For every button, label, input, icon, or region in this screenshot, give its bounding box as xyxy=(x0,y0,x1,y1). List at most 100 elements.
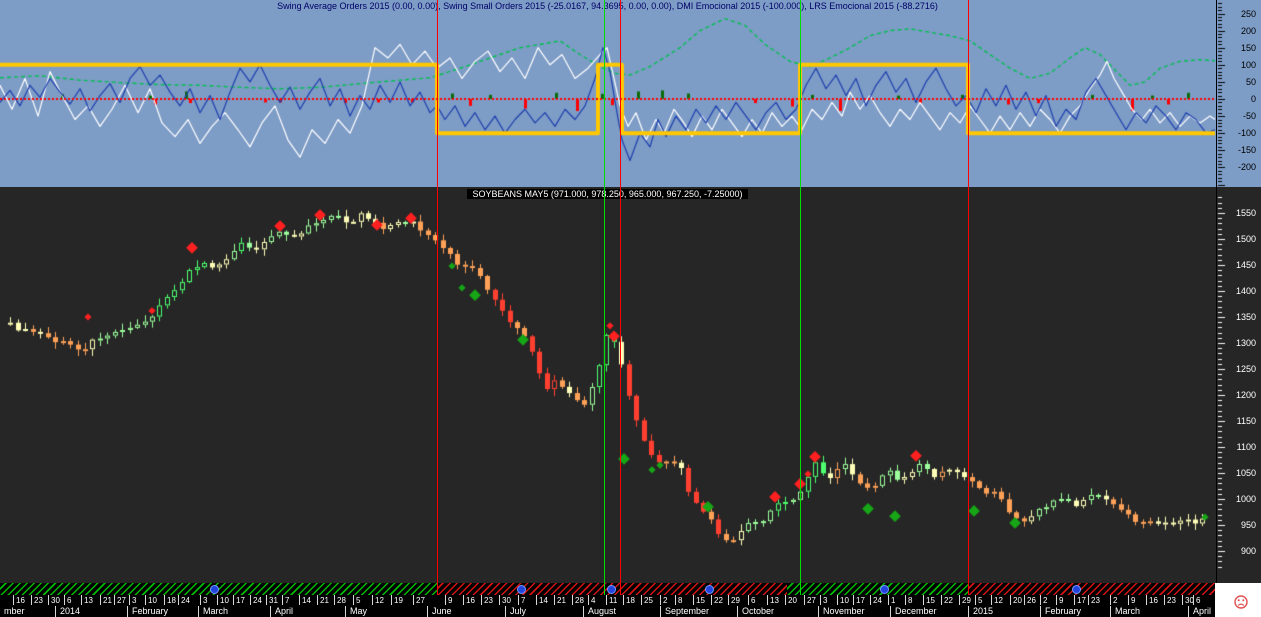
week-tick-mark xyxy=(1193,595,1194,605)
indicator-axis-tick-label: 250 xyxy=(1240,8,1256,19)
week-tick-mark xyxy=(1182,595,1183,605)
week-tick-label: 21 xyxy=(320,596,329,605)
price-plot[interactable] xyxy=(0,187,1261,583)
month-label: February xyxy=(132,606,169,616)
week-tick-mark xyxy=(748,595,749,605)
week-tick-mark xyxy=(923,595,924,605)
month-label: October xyxy=(742,606,775,616)
week-tick-mark xyxy=(837,595,838,605)
week-tick-mark xyxy=(991,595,992,605)
week-tick-label: 3 xyxy=(823,596,828,605)
month-boundary-tick xyxy=(198,606,199,617)
week-tick-mark xyxy=(905,595,906,605)
week-tick-mark xyxy=(975,595,976,605)
week-tick-label: 6 xyxy=(1196,596,1201,605)
month-label: 2015 xyxy=(973,606,994,616)
month-label: December xyxy=(895,606,937,616)
week-tick-label: 18 xyxy=(626,596,635,605)
price-axis-tick-label: 1500 xyxy=(1235,234,1256,244)
price-axis-tick-label: 1000 xyxy=(1235,494,1256,504)
week-tick-mark xyxy=(675,595,676,605)
week-tick-label: 29 xyxy=(731,596,740,605)
week-tick-label: 25 xyxy=(644,596,653,605)
month-label: August xyxy=(588,606,617,616)
indicator-axis-tick-label: -150 xyxy=(1237,145,1256,156)
week-tick-mark xyxy=(870,595,871,605)
week-tick-mark xyxy=(641,595,642,605)
month-label: mber xyxy=(4,606,25,616)
month-label: April xyxy=(1193,606,1212,616)
week-tick-mark xyxy=(413,595,414,605)
week-tick-label: 10 xyxy=(840,596,849,605)
week-tick-mark xyxy=(554,595,555,605)
price-axis-tick-label: 950 xyxy=(1240,520,1256,530)
price-axis-tick-label: 1450 xyxy=(1235,260,1256,270)
week-tick-mark xyxy=(129,595,130,605)
week-tick-label: 23 xyxy=(1167,596,1176,605)
week-tick-label: 6 xyxy=(751,596,756,605)
week-tick-label: 27 xyxy=(807,596,816,605)
week-tick-label: 10 xyxy=(220,596,229,605)
date-tick-row[interactable]: 16 23 30 6 13 21 27 3 10 18 24 3 10 17 24 31 7 14 21 28 5 12 1… xyxy=(0,595,1215,606)
week-tick-label: 13 xyxy=(770,596,779,605)
week-tick-label: 8 xyxy=(908,596,913,605)
week-tick-label: 13 xyxy=(84,596,93,605)
week-tick-label: 21 xyxy=(103,596,112,605)
position-state-strip xyxy=(0,583,1215,595)
indicator-axis-tick-label: -50 xyxy=(1242,111,1256,122)
week-tick-mark xyxy=(81,595,82,605)
timeline-event-dot xyxy=(210,585,219,594)
week-tick-mark xyxy=(64,595,65,605)
sell-signal-line xyxy=(620,0,621,595)
month-label-row[interactable]: mber 2014 February March April May June July Aug… xyxy=(0,606,1215,617)
month-boundary-tick xyxy=(345,606,346,617)
month-label: April xyxy=(275,606,294,616)
week-tick-label: 27 xyxy=(117,596,126,605)
month-label: 2014 xyxy=(60,606,81,616)
price-panel: SOYBEANS MAY5 (971.000, 978.250, 965.000… xyxy=(0,187,1261,583)
week-tick-mark xyxy=(481,595,482,605)
price-axis-tick-label: 900 xyxy=(1240,546,1256,556)
week-tick-label: 28 xyxy=(575,596,584,605)
week-tick-mark xyxy=(48,595,49,605)
week-tick-label: 20 xyxy=(1013,596,1022,605)
price-axis-tick-label: 1150 xyxy=(1236,416,1256,426)
week-tick-mark xyxy=(767,595,768,605)
week-tick-label: 29 xyxy=(962,596,971,605)
week-tick-mark xyxy=(499,595,500,605)
week-tick-mark xyxy=(282,595,283,605)
week-tick-mark xyxy=(334,595,335,605)
week-tick-mark xyxy=(693,595,694,605)
position-hatch-segment xyxy=(968,583,1215,595)
week-tick-mark xyxy=(1040,595,1041,605)
indicator-panel: Swing Average Orders 2015 (0.00, 0.00), … xyxy=(0,0,1261,187)
week-tick-label: 12 xyxy=(994,596,1003,605)
week-tick-mark xyxy=(711,595,712,605)
week-tick-label: 23 xyxy=(484,596,493,605)
week-tick-mark xyxy=(853,595,854,605)
week-tick-label: 24 xyxy=(181,596,190,605)
week-tick-mark xyxy=(606,595,607,605)
buy-signal-line xyxy=(800,0,801,595)
week-tick-label: 7 xyxy=(285,596,290,605)
price-axis-tick-label: 1100 xyxy=(1236,442,1256,452)
month-label: March xyxy=(1115,606,1141,616)
week-tick-label: 14 xyxy=(302,596,311,605)
month-boundary-tick xyxy=(968,606,969,617)
month-boundary-tick xyxy=(737,606,738,617)
week-tick-mark xyxy=(233,595,234,605)
week-tick-mark xyxy=(888,595,889,605)
month-boundary-tick xyxy=(127,606,128,617)
week-tick-mark xyxy=(660,595,661,605)
indicator-plot[interactable] xyxy=(0,0,1261,187)
indicator-axis-tick-label: 200 xyxy=(1240,25,1256,36)
week-tick-label: 22 xyxy=(944,596,953,605)
indicator-axis-separator xyxy=(1216,0,1217,187)
week-tick-label: 3 xyxy=(132,596,137,605)
week-tick-mark xyxy=(1024,595,1025,605)
week-tick-label: 30 xyxy=(51,596,60,605)
week-tick-mark xyxy=(1128,595,1129,605)
week-tick-mark xyxy=(536,595,537,605)
week-tick-mark xyxy=(299,595,300,605)
week-tick-mark xyxy=(728,595,729,605)
